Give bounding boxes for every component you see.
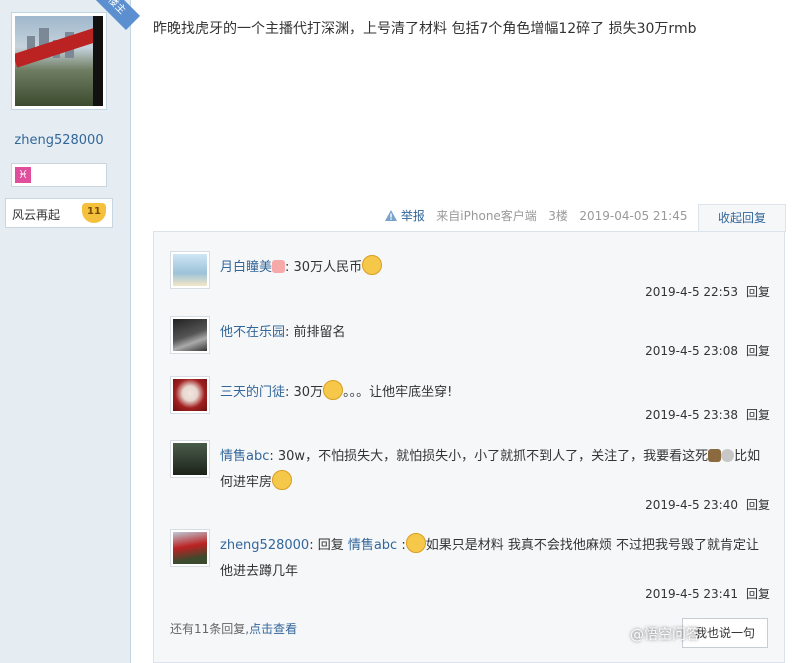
reply-author[interactable]: 他不在乐园 [220,325,285,340]
zodiac-box: ♓ [11,163,107,187]
floor-number: 3楼 [548,209,568,223]
watermark: @悟空问答 [630,627,700,643]
collapse-replies-button[interactable]: 收起回复 [698,204,786,232]
author-sidebar: 楼主 zheng528000 ♓ 风云再起 11 [0,0,141,663]
reply-author[interactable]: 情售abc [220,449,269,464]
reply-author[interactable]: 三天的门徒 [220,385,285,400]
reply-button[interactable]: 回复 [746,408,770,422]
laughing-emoji-icon [405,533,426,553]
reply-list: 月白瞳美: 30万人民币 2019-4-5 22:53 回复 他不在乐园: 前排留… [153,231,785,663]
smile-emoji-icon [272,470,293,490]
reply-target[interactable]: 情售abc [348,538,397,553]
post-meta: 举报 来自iPhone客户端 3楼 2019-04-05 21:45 [385,207,688,224]
reply-button[interactable]: 回复 [746,285,770,299]
level-badge: 11 [82,203,106,223]
post-datetime: 2019-04-05 21:45 [579,209,688,223]
reply-text: 30万人民币 [293,260,363,275]
reply-time: 2019-4-5 23:38 [645,408,738,422]
avatar[interactable] [170,376,210,414]
warning-icon [385,210,397,221]
report-link[interactable]: 举报 [401,209,425,223]
level-name: 风云再起 [12,208,61,222]
reply-time: 2019-4-5 23:08 [645,344,738,358]
author-avatar[interactable] [11,12,107,110]
avatar[interactable] [170,251,210,289]
reply-button[interactable]: 回复 [746,498,770,512]
reply-time: 2019-4-5 23:40 [645,498,738,512]
reply-button[interactable]: 回复 [746,344,770,358]
post-content: 昨晚找虎牙的一个主播代打深渊，上号清了材料 包括7个角色增幅12碎了 损失30万… [153,21,697,37]
reply-text: 前排留名 [293,325,346,340]
crying-emoji-icon [362,255,383,275]
reply-author[interactable]: 月白瞳美 [220,260,272,275]
reply-time: 2019-4-5 23:41 [645,587,738,601]
avatar[interactable] [170,529,210,567]
avatar[interactable] [170,440,210,478]
avatar[interactable] [170,316,210,354]
post-source: 来自iPhone客户端 [436,209,537,223]
reply-author[interactable]: zheng528000 [220,538,309,553]
view-more-link[interactable]: 点击查看 [249,622,297,636]
reply-time: 2019-4-5 22:53 [645,285,738,299]
crying-emoji-icon [323,380,344,400]
dog-emoji-icon [721,449,735,462]
author-username[interactable]: zheng528000 [0,133,118,148]
pisces-icon: ♓ [15,167,31,183]
more-replies: 还有11条回复,点击查看 [170,622,298,636]
horse-emoji-icon [708,449,722,462]
reply-button[interactable]: 回复 [746,587,770,601]
level-box[interactable]: 风云再起 11 [5,198,113,228]
badge-icon [272,260,286,273]
